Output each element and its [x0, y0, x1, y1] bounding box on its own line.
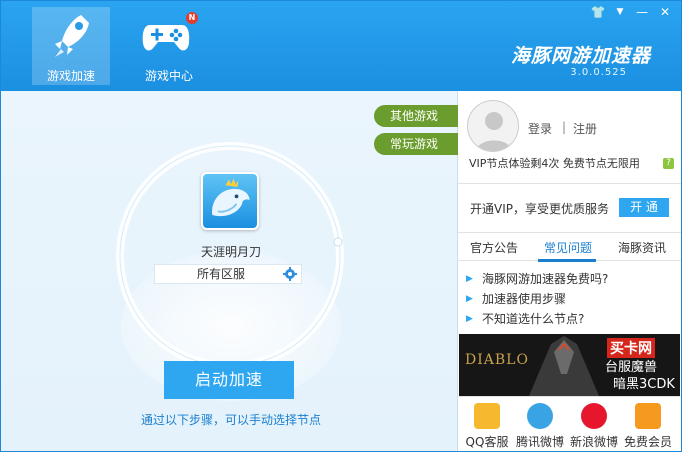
banner-logo: DIABLO	[465, 352, 529, 368]
tencent-weibo-icon	[527, 403, 553, 429]
gamepad-icon	[142, 25, 190, 51]
brand-version: 3.0.0.525	[570, 67, 627, 78]
bullet-icon: ▶	[466, 314, 473, 324]
gear-icon[interactable]	[283, 267, 297, 281]
open-vip-button[interactable]: 开 通	[619, 198, 669, 217]
new-badge: N	[186, 12, 198, 24]
list-item[interactable]: ▶ 海豚网游加速器免费吗?	[464, 269, 674, 289]
qq-service-icon	[474, 403, 500, 429]
vip-trial-text: VIP节点体验剩4次 免费节点无限用	[469, 157, 640, 170]
shortcut-label: QQ客服	[465, 435, 509, 449]
menu-icon[interactable]: ▼	[612, 4, 628, 20]
accelerate-panel: 其他游戏 常玩游戏 天涯明月刀 所有区服 启动加速 通过以下步骤，可以手动选择节…	[1, 91, 458, 451]
vip-icon	[635, 403, 661, 429]
tencent-weibo-shortcut[interactable]: 腾讯微博	[514, 401, 566, 450]
sina-weibo-shortcut[interactable]: 新浪微博	[568, 401, 620, 450]
nav-label: 游戏加速	[46, 69, 95, 83]
brand-title: 海豚网游加速器	[510, 45, 651, 67]
close-icon[interactable]: ✕	[657, 4, 673, 20]
info-tabs: 官方公告 常见问题 海豚资讯	[458, 232, 681, 262]
skin-icon[interactable]: 👕	[590, 4, 606, 20]
tab-news[interactable]: 海豚资讯	[618, 239, 666, 256]
nav-game-accelerate[interactable]: 游戏加速	[32, 7, 110, 85]
avatar[interactable]	[467, 100, 519, 152]
tab-announcements[interactable]: 官方公告	[470, 239, 518, 256]
banner-line: 暗黑3CDK	[613, 377, 675, 392]
dolphin-icon	[212, 178, 250, 217]
nav-label: 游戏中心	[144, 69, 193, 83]
vip-promo-text: 开通VIP，享受更优质服务	[470, 202, 609, 216]
faq-text: 海豚网游加速器免费吗?	[482, 272, 609, 286]
free-vip-shortcut[interactable]: 免费会员	[622, 401, 674, 450]
server-select[interactable]: 所有区服	[154, 264, 302, 284]
app-window: 游戏加速 N 游戏中心 👕 ▼ — ✕ 海豚网游加速器 3.0.0.525 其他…	[0, 0, 682, 452]
qq-service-shortcut[interactable]: QQ客服	[461, 401, 513, 450]
shortcut-label: 免费会员	[623, 435, 672, 449]
shortcut-label: 新浪微博	[569, 435, 618, 449]
nav-game-center[interactable]: N 游戏中心	[128, 7, 206, 85]
login-link[interactable]: 登录	[528, 120, 552, 137]
bullet-icon: ▶	[466, 274, 473, 284]
divider	[458, 183, 681, 184]
tab-faq[interactable]: 常见问题	[544, 239, 592, 256]
faq-text: 加速器使用步骤	[482, 292, 567, 306]
shortcut-label: 腾讯微博	[515, 435, 564, 449]
login-separator: |	[562, 120, 567, 134]
title-bar: 游戏加速 N 游戏中心 👕 ▼ — ✕ 海豚网游加速器 3.0.0.525	[1, 1, 681, 91]
start-accelerate-button[interactable]: 启动加速	[164, 361, 294, 399]
faq-list: ▶ 海豚网游加速器免费吗? ▶ 加速器使用步骤 ▶ 不知道选什么节点?	[464, 269, 674, 329]
server-value: 所有区服	[197, 267, 246, 281]
rocket-icon	[55, 15, 89, 57]
help-icon[interactable]: ?	[663, 158, 674, 169]
banner-title: 买卡网	[607, 338, 655, 358]
list-item[interactable]: ▶ 加速器使用步骤	[464, 289, 674, 309]
shortcut-bar: QQ客服 腾讯微博 新浪微博 免费会员	[458, 396, 681, 451]
game-icon[interactable]	[201, 172, 259, 230]
active-tab-indicator	[538, 259, 596, 262]
bullet-icon: ▶	[466, 294, 473, 304]
manual-node-link[interactable]: 通过以下步骤，可以手动选择节点	[111, 411, 351, 428]
register-link[interactable]: 注册	[573, 120, 597, 137]
other-games-tag[interactable]: 其他游戏	[374, 105, 458, 127]
minimize-icon[interactable]: —	[634, 4, 650, 20]
ad-banner[interactable]: DIABLO 买卡网 台服魔兽 暗黑3CDK	[459, 334, 680, 396]
user-icon	[476, 112, 512, 151]
sina-weibo-icon	[581, 403, 607, 429]
list-item[interactable]: ▶ 不知道选什么节点?	[464, 309, 674, 329]
game-name: 天涯明月刀	[200, 245, 261, 259]
frequent-games-tag[interactable]: 常玩游戏	[374, 133, 458, 155]
faq-text: 不知道选什么节点?	[482, 312, 585, 326]
side-panel: 登录 | 注册 VIP节点体验剩4次 免费节点无限用 ? 开通VIP，享受更优质…	[458, 91, 681, 451]
